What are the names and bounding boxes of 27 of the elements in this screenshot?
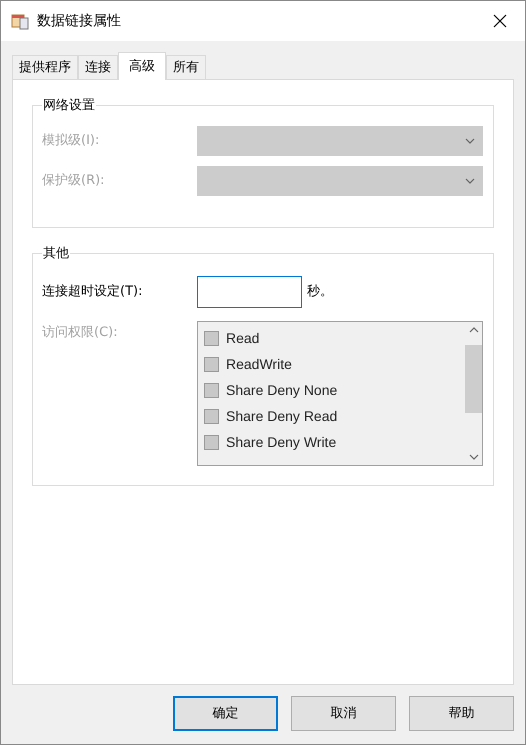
field-label: 连接超时设定(T): (42, 282, 144, 301)
checkbox-label: Share Deny None (226, 381, 338, 400)
window-title: 数据链接属性 (37, 12, 121, 30)
tab[interactable]: 高级 (118, 52, 166, 80)
field-label: 保护级(R): (42, 172, 106, 190)
dialog-button[interactable]: 帮助 (409, 696, 514, 731)
chevron-down-icon (465, 138, 475, 144)
checkbox-label: ReadWrite (226, 355, 292, 374)
checkbox-label: Share Deny Read (226, 407, 338, 426)
unit-label: 秒。 (307, 282, 333, 301)
app-icon (11, 12, 29, 30)
input-field[interactable] (197, 276, 302, 308)
close-icon[interactable] (493, 14, 507, 28)
dialog-button[interactable]: 取消 (291, 696, 396, 731)
checkbox-label: Share Deny Write (226, 433, 336, 452)
chevron-up-icon (468, 326, 478, 332)
chevron-down-icon (468, 454, 478, 460)
tab[interactable]: 提供程序 (12, 55, 78, 79)
group-title: 网络设置 (42, 97, 96, 115)
field-label: 访问权限(C): (42, 324, 119, 342)
checkbox-label: Read (226, 329, 260, 348)
field-label: 模拟级(I): (42, 132, 100, 150)
tab[interactable]: 所有 (166, 55, 206, 79)
chevron-down-icon (465, 178, 475, 184)
group-title: 其他 (42, 245, 70, 263)
dialog-button[interactable]: 确定 (173, 696, 278, 731)
tab[interactable]: 连接 (78, 55, 118, 79)
